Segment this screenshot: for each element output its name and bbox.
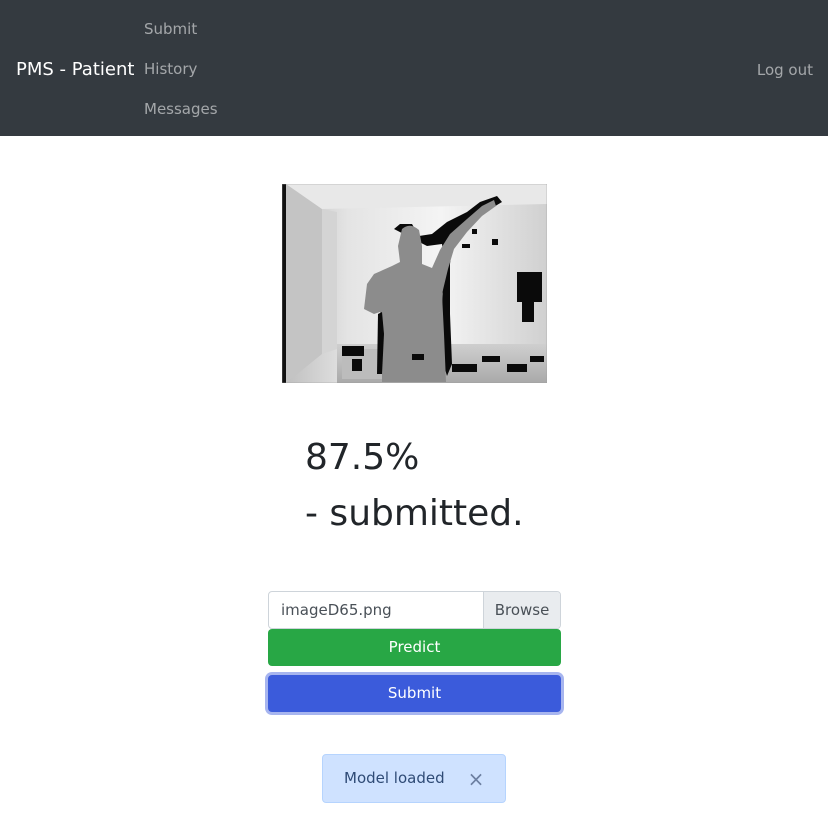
nav-link-history[interactable]: History: [144, 56, 218, 96]
model-loaded-alert: Model loaded ×: [322, 754, 506, 803]
submission-status: - submitted.: [305, 493, 524, 534]
nav-link-submit[interactable]: Submit: [144, 16, 218, 56]
predict-button[interactable]: Predict: [268, 629, 561, 666]
nav-link-messages[interactable]: Messages: [144, 96, 218, 136]
brand-link[interactable]: PMS - Patient: [16, 57, 134, 83]
browse-button[interactable]: Browse: [483, 592, 560, 628]
file-input[interactable]: imageD65.png Browse: [268, 591, 561, 629]
close-icon[interactable]: ×: [467, 767, 485, 791]
top-navbar: PMS - Patient Submit History Messages Lo…: [0, 0, 828, 136]
file-name-label: imageD65.png: [281, 601, 392, 619]
nav-links: Submit History Messages: [144, 16, 218, 136]
submit-button[interactable]: Submit: [268, 675, 561, 712]
uploaded-depth-image: [282, 184, 547, 383]
prediction-percentage: 87.5%: [305, 437, 420, 478]
logout-link[interactable]: Log out: [757, 57, 813, 83]
alert-message: Model loaded: [344, 769, 445, 787]
prediction-result: 87.5% - submitted.: [305, 430, 524, 542]
